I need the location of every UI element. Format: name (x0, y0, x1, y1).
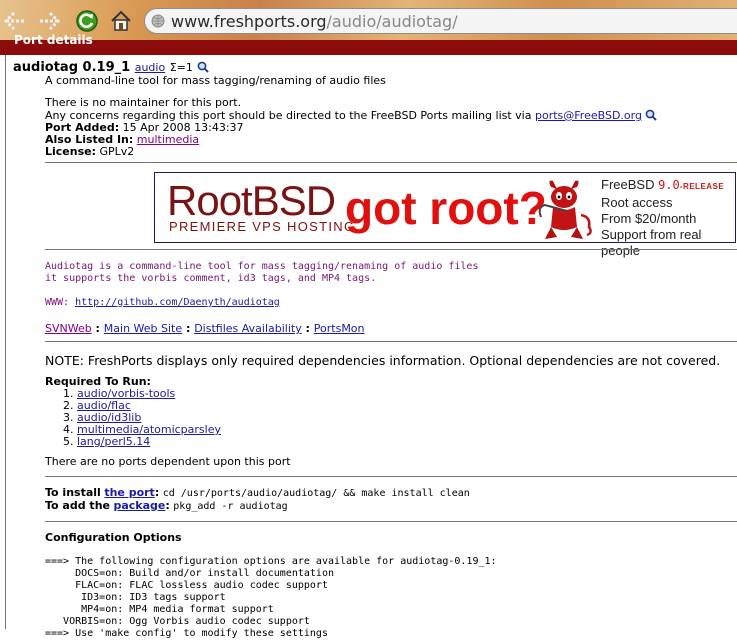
search-icon[interactable] (197, 61, 210, 73)
list-item: audio/flac (77, 400, 737, 412)
list-item: lang/perl5.14 (77, 436, 737, 448)
mailing-list-link[interactable]: ports@FreeBSD.org (535, 109, 642, 122)
add-prefix: To add the (45, 499, 110, 512)
port-links: SVNWeb : Main Web Site : Distfiles Avail… (45, 323, 737, 335)
config-line: ===> Use 'make config' to modify these s… (45, 628, 328, 639)
distfiles-link[interactable]: Distfiles Availability (194, 322, 302, 335)
divider (45, 162, 737, 163)
config-heading: Configuration Options (45, 531, 182, 544)
back-arrow-icon (3, 11, 24, 31)
banner-side-text: FreeBSD 9.0-RELEASE Root access From $20… (601, 177, 735, 259)
banner-line3: From $20/month (601, 211, 697, 226)
address-bar[interactable]: www.freshports.org/audio/audiotag/ (144, 8, 737, 34)
also-listed-link[interactable]: multimedia (137, 133, 199, 146)
config-line: VORBIS=on: Ogg Vorbis audio codec suppor… (45, 616, 310, 627)
svnweb-link[interactable]: SVNWeb (45, 322, 92, 335)
portsmon-link[interactable]: PortsMon (314, 322, 365, 335)
dependency-link[interactable]: lang/perl5.14 (77, 435, 150, 448)
config-line: DOCS=on: Build and/or install documentat… (45, 568, 334, 579)
divider (45, 521, 737, 522)
browser-toolbar: www.freshports.org/audio/audiotag/ (0, 0, 737, 41)
install-command: cd /usr/ports/audio/audiotag/ && make in… (162, 488, 470, 499)
license-label: License: (45, 145, 96, 158)
banner-slogan: got root? (345, 182, 547, 234)
divider (45, 249, 737, 250)
add-command: pkg_add -r audiotag (173, 501, 288, 512)
home-icon (111, 10, 131, 31)
license-value: GPLv2 (99, 145, 135, 158)
list-item: multimedia/atomicparsley (77, 424, 737, 436)
forward-button[interactable] (36, 8, 62, 34)
www-label: WWW: (45, 297, 70, 308)
the-port-link[interactable]: the port (104, 486, 155, 499)
config-line: ID3=on: ID3 tags support (45, 592, 226, 603)
section-header-text: Port details (14, 33, 93, 47)
forward-arrow-icon (40, 11, 61, 31)
link-separator: : (91, 322, 104, 335)
description-line1: Audiotag is a command-line tool for mass… (45, 261, 479, 272)
also-listed-line: Also Listed In: multimedia (45, 134, 737, 146)
sigma-count: Σ=1 (169, 61, 193, 74)
www-link[interactable]: http://github.com/Daenyth/audiotag (75, 297, 280, 308)
maintainer-note: There is no maintainer for this port. (45, 96, 242, 109)
link-separator: : (301, 322, 314, 335)
banner-line1-prefix: FreeBSD (601, 177, 655, 192)
category-link[interactable]: audio (135, 61, 165, 74)
url-text: www.freshports.org/audio/audiotag/ (171, 11, 458, 31)
divider (45, 476, 737, 477)
banner-brand: RootBSD (167, 177, 336, 224)
back-button[interactable] (2, 8, 28, 34)
rootbsd-banner-ad[interactable]: RootBSD PREMIERE VPS HOSTING got root? F… (154, 172, 736, 258)
install-prefix: To install (45, 486, 101, 499)
description-line2: it supports the vorbis comment, id3 tags… (45, 273, 377, 284)
dependencies-note: NOTE: FreshPorts displays only required … (45, 353, 721, 368)
section-header-bar: Port details (0, 33, 737, 55)
required-to-run: Required To Run: audio/vorbis-tools audi… (45, 376, 737, 448)
config-section: Configuration Options ===> The following… (45, 532, 737, 640)
site-globe-icon (151, 14, 165, 28)
config-line: ===> The following configuration options… (45, 556, 497, 567)
main-site-link[interactable]: Main Web Site (104, 322, 182, 335)
port-name: audiotag 0.19_1 (13, 60, 131, 75)
port-details-lower: Audiotag is a command-line tool for mass… (13, 249, 737, 640)
config-line: MP4=on: MP4 media format support (45, 604, 274, 615)
banner-tagline: PREMIERE VPS HOSTING (169, 219, 356, 234)
required-list: audio/vorbis-tools audio/flac audio/id3l… (45, 388, 737, 448)
search-icon[interactable] (645, 109, 658, 121)
no-dependents: There are no ports dependent upon this p… (45, 455, 291, 468)
port-title-line: audiotag 0.19_1 audio Σ=1 (13, 61, 737, 75)
www-line: WWW: http://github.com/Daenyth/audiotag (45, 297, 737, 309)
package-link[interactable]: package (113, 499, 165, 512)
reload-icon (76, 10, 98, 32)
banner-line1-version: 9.0 (658, 178, 680, 192)
home-button[interactable] (108, 8, 134, 34)
config-line: FLAC=on: FLAC lossless audio codec suppo… (45, 580, 328, 591)
divider (45, 341, 737, 342)
banner-line1: FreeBSD 9.0-RELEASE (601, 177, 735, 195)
banner-line1-release: -RELEASE (679, 182, 725, 191)
config-output: ===> The following configuration options… (45, 556, 737, 640)
list-item: audio/vorbis-tools (77, 388, 737, 400)
reload-button[interactable] (74, 8, 100, 34)
link-separator: : (182, 322, 195, 335)
add-package-line: To add the package: pkg_add -r audiotag (45, 499, 288, 513)
page-left-border (5, 55, 6, 629)
banner-line2: Root access (601, 195, 673, 210)
port-summary: A command-line tool for mass tagging/ren… (45, 74, 386, 87)
bsd-daemon-icon (538, 180, 592, 239)
port-details: audiotag 0.19_1 audio Σ=1 A command-line… (13, 61, 737, 163)
license-line: License: GPLv2 (45, 146, 737, 158)
